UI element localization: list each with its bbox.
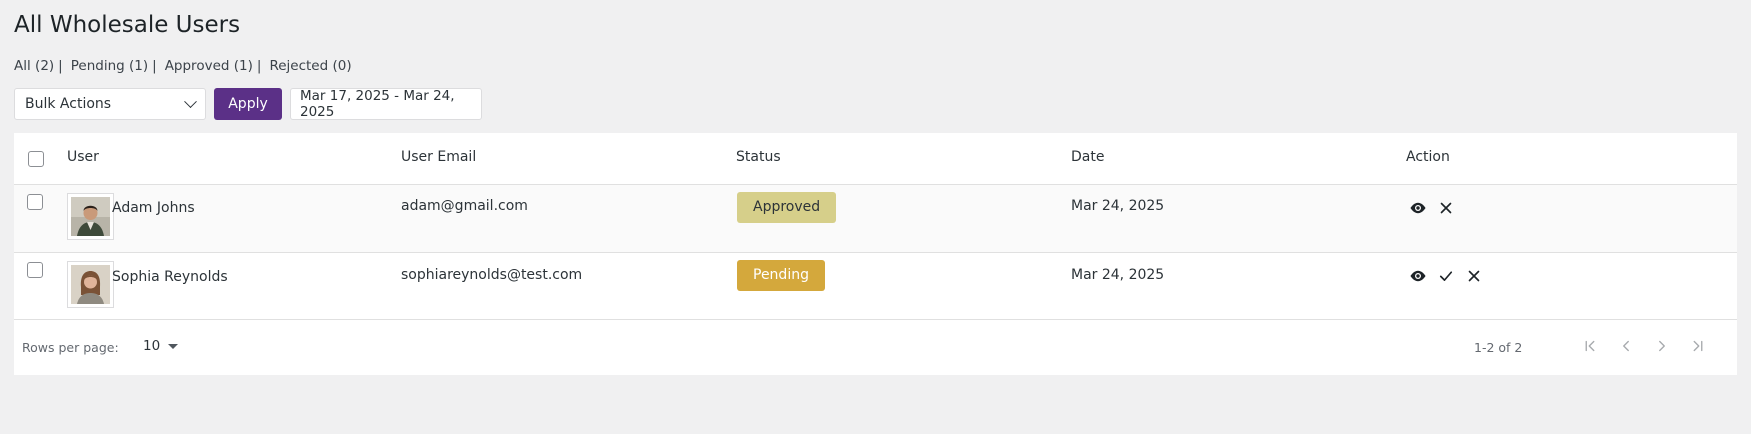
date-range-label: Mar 17, 2025 - Mar 24, 2025 [300,88,455,120]
row-actions [1409,267,1483,285]
prev-page-icon[interactable] [1616,336,1636,356]
pagination-range: 1-2 of 2 [1474,340,1523,355]
rows-per-page-select[interactable]: 10 [143,338,179,354]
user-date: Mar 24, 2025 [1071,267,1165,283]
column-status: Status [736,149,781,165]
filter-pending[interactable]: Pending (1) [71,58,148,74]
status-badge: Pending [737,260,825,291]
first-page-icon[interactable] [1580,336,1600,356]
filter-all[interactable]: All (2) [14,58,54,74]
user-name: Sophia Reynolds [112,269,228,285]
row-checkbox[interactable] [27,194,43,210]
column-date: Date [1071,149,1105,165]
pagination [1580,336,1708,356]
next-page-icon[interactable] [1652,336,1672,356]
status-cell: Pending [737,260,825,291]
close-icon[interactable] [1437,199,1455,217]
close-icon[interactable] [1465,267,1483,285]
status-cell: Approved [737,192,837,223]
rows-per-page-value: 10 [143,338,161,354]
chevron-down-icon [184,94,197,108]
column-action: Action [1406,149,1450,165]
bulk-actions-label: Bulk Actions [25,96,112,112]
row-checkbox[interactable] [27,262,43,278]
row-actions [1409,199,1455,217]
column-email: User Email [401,149,477,165]
last-page-icon[interactable] [1688,336,1708,356]
rows-per-page-label: Rows per page: [22,340,119,355]
filter-approved[interactable]: Approved (1) [165,58,253,74]
select-all-checkbox[interactable] [28,151,44,167]
table-row: Adam Johns adam@gmail.com Approved Mar 2… [14,185,1737,253]
apply-button[interactable]: Apply [214,88,282,120]
status-filters: All (2) | Pending (1) | Approved (1) | Reje… [14,58,352,74]
bulk-actions-select[interactable]: Bulk Actions [14,88,206,120]
page-title: All Wholesale Users [14,12,241,38]
eye-icon[interactable] [1409,199,1427,217]
user-email: adam@gmail.com [401,198,528,214]
user-date: Mar 24, 2025 [1071,198,1165,214]
date-range-picker[interactable]: Mar 17, 2025 - Mar 24, 2025 [290,88,482,120]
users-table: User User Email Status Date Action Adam … [14,133,1737,375]
caret-down-icon [168,343,179,349]
table-header: User User Email Status Date Action [14,133,1737,185]
table-row: Sophia Reynolds sophiareynolds@test.com … [14,253,1737,320]
user-name: Adam Johns [112,200,195,216]
status-badge: Approved [737,192,837,223]
column-user: User [67,149,99,165]
table-footer: Rows per page: 10 1-2 of 2 [14,320,1737,374]
filter-rejected[interactable]: Rejected (0) [269,58,351,74]
avatar [67,193,114,240]
user-email: sophiareynolds@test.com [401,267,583,283]
check-icon[interactable] [1437,267,1455,285]
toolbar: Bulk Actions Apply Mar 17, 2025 - Mar 24… [14,88,482,120]
avatar [67,261,114,308]
eye-icon[interactable] [1409,267,1427,285]
